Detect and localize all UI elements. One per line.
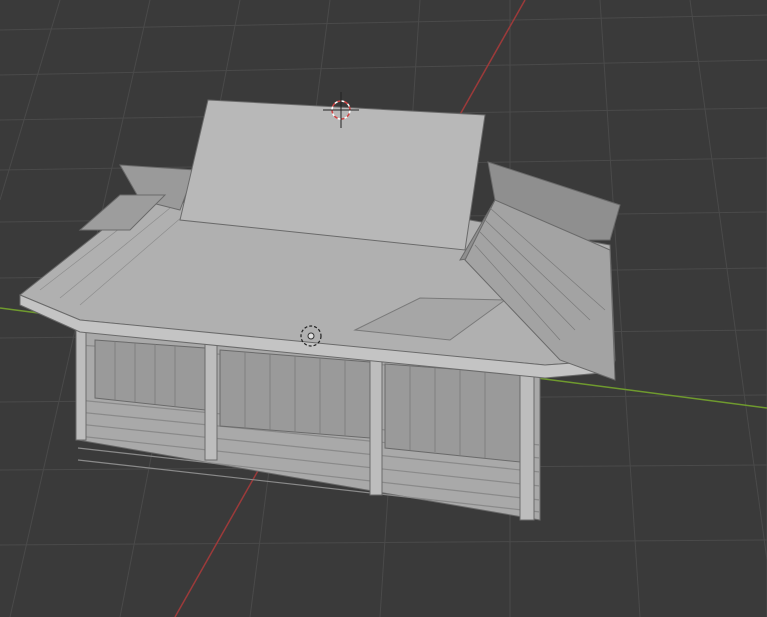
viewport-canvas[interactable] — [0, 0, 767, 617]
temple-house-model[interactable] — [19, 99, 621, 521]
3d-viewport[interactable] — [0, 0, 767, 617]
